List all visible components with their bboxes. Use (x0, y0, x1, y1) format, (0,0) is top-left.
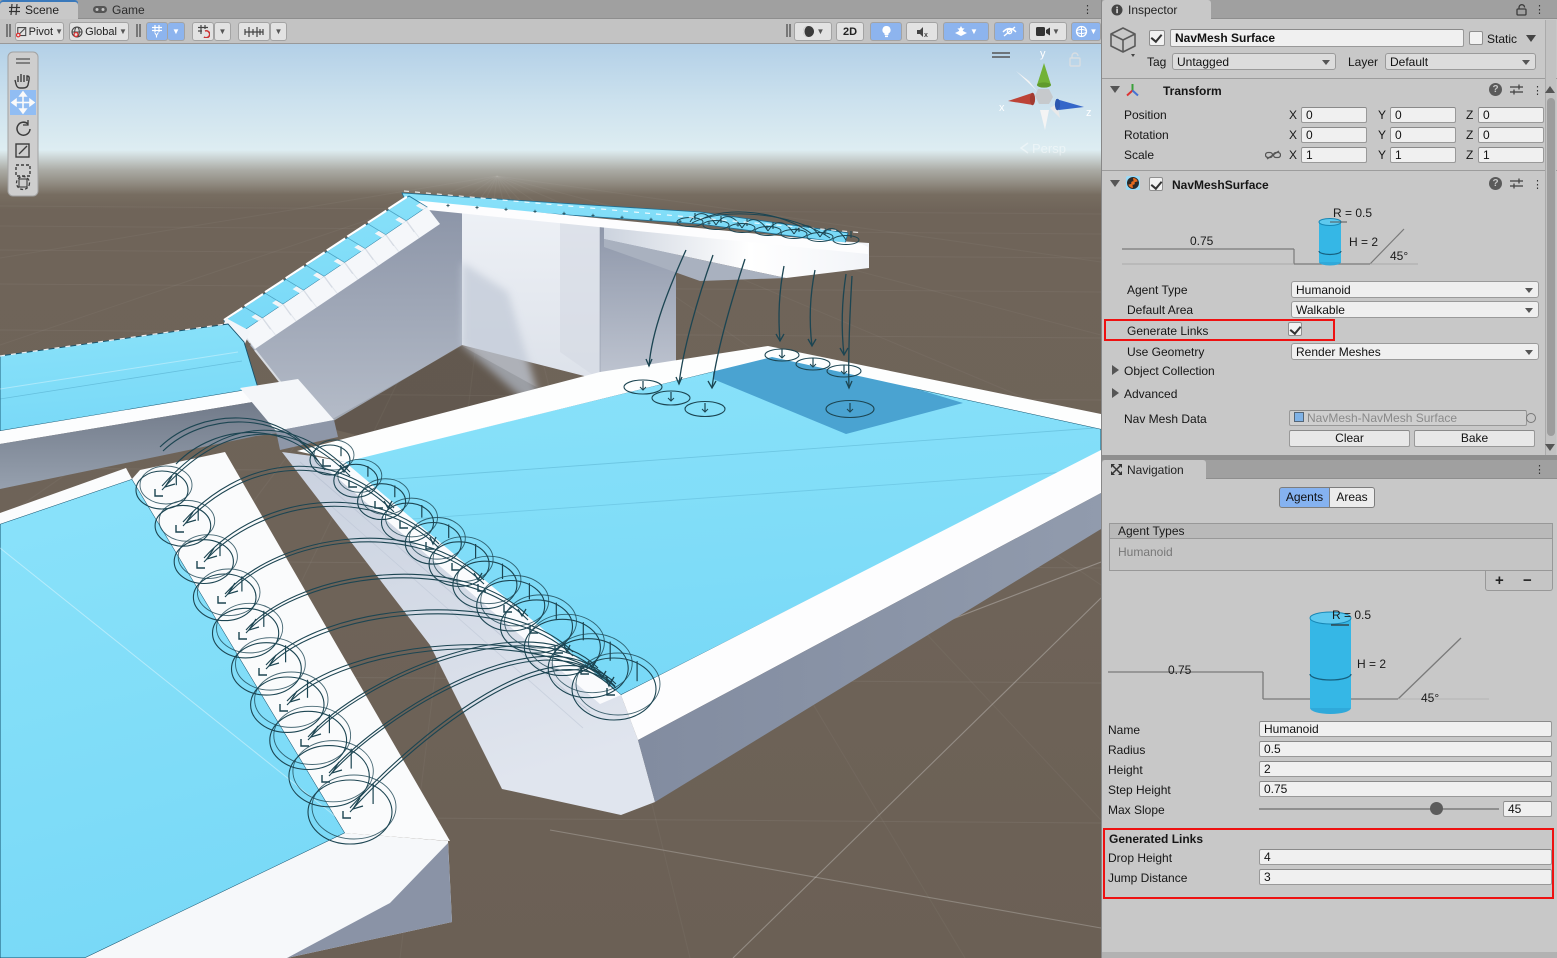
svg-text:Y: Y (154, 31, 159, 39)
svg-text:R = 0.5: R = 0.5 (1332, 608, 1371, 622)
svg-text:y: y (1040, 48, 1046, 60)
svg-text:45°: 45° (1390, 249, 1408, 263)
svg-text:45°: 45° (1421, 691, 1439, 705)
svg-text:Persp: Persp (1032, 141, 1066, 156)
svg-text:x: x (924, 32, 928, 38)
svg-text:x: x (999, 102, 1005, 114)
svg-text:R = 0.5: R = 0.5 (1333, 206, 1372, 220)
svg-text:H = 2: H = 2 (1357, 657, 1386, 671)
svg-text:z: z (1086, 107, 1092, 119)
svg-text:H = 2: H = 2 (1349, 235, 1378, 249)
svg-text:0.75: 0.75 (1190, 234, 1214, 248)
svg-text:0.75: 0.75 (1168, 663, 1192, 677)
